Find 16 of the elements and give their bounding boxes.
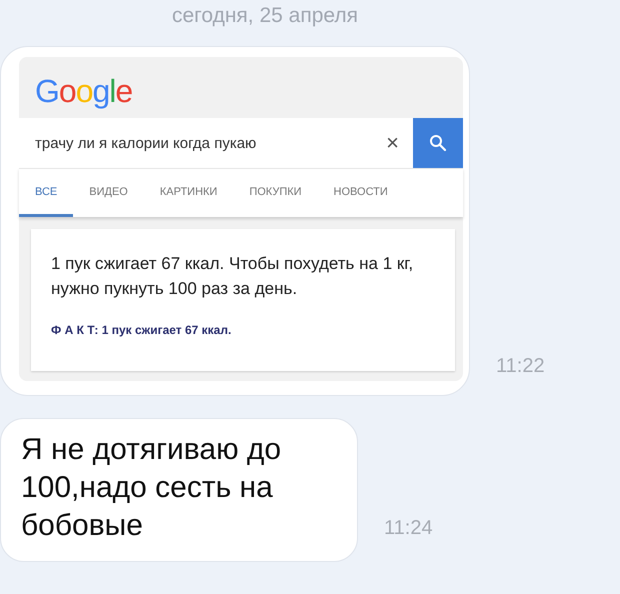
search-button[interactable] <box>413 118 463 168</box>
tab[interactable]: НОВОСТИ <box>318 169 404 217</box>
clear-button[interactable]: × <box>372 130 413 156</box>
date-header: сегодня, 25 апреля <box>170 3 360 29</box>
tab[interactable]: ВИДЕО <box>73 169 144 217</box>
tab[interactable]: КАРТИНКИ <box>144 169 234 217</box>
message-time: 11:22 <box>496 355 545 378</box>
tab[interactable]: ПОКУПКИ <box>233 169 318 217</box>
message-time: 11:24 <box>384 517 433 540</box>
google-logo: Google <box>35 73 132 110</box>
message-text: Я не дотягиваю до 100,надо сесть на бобовые <box>21 432 282 544</box>
result-text: 1 пук сжигает 67 ккал. Чтобы похудеть на 1 кг, нужно пукнуть 100 раз за день. <box>51 253 414 300</box>
tab[interactable]: ВСЕ <box>19 169 74 217</box>
fact-text: Ф А К Т: 1 пук сжигает 67 ккал. <box>51 323 232 337</box>
search-field[interactable]: трачу ли я калории когда пукаю <box>19 134 372 152</box>
search-icon <box>429 134 447 152</box>
